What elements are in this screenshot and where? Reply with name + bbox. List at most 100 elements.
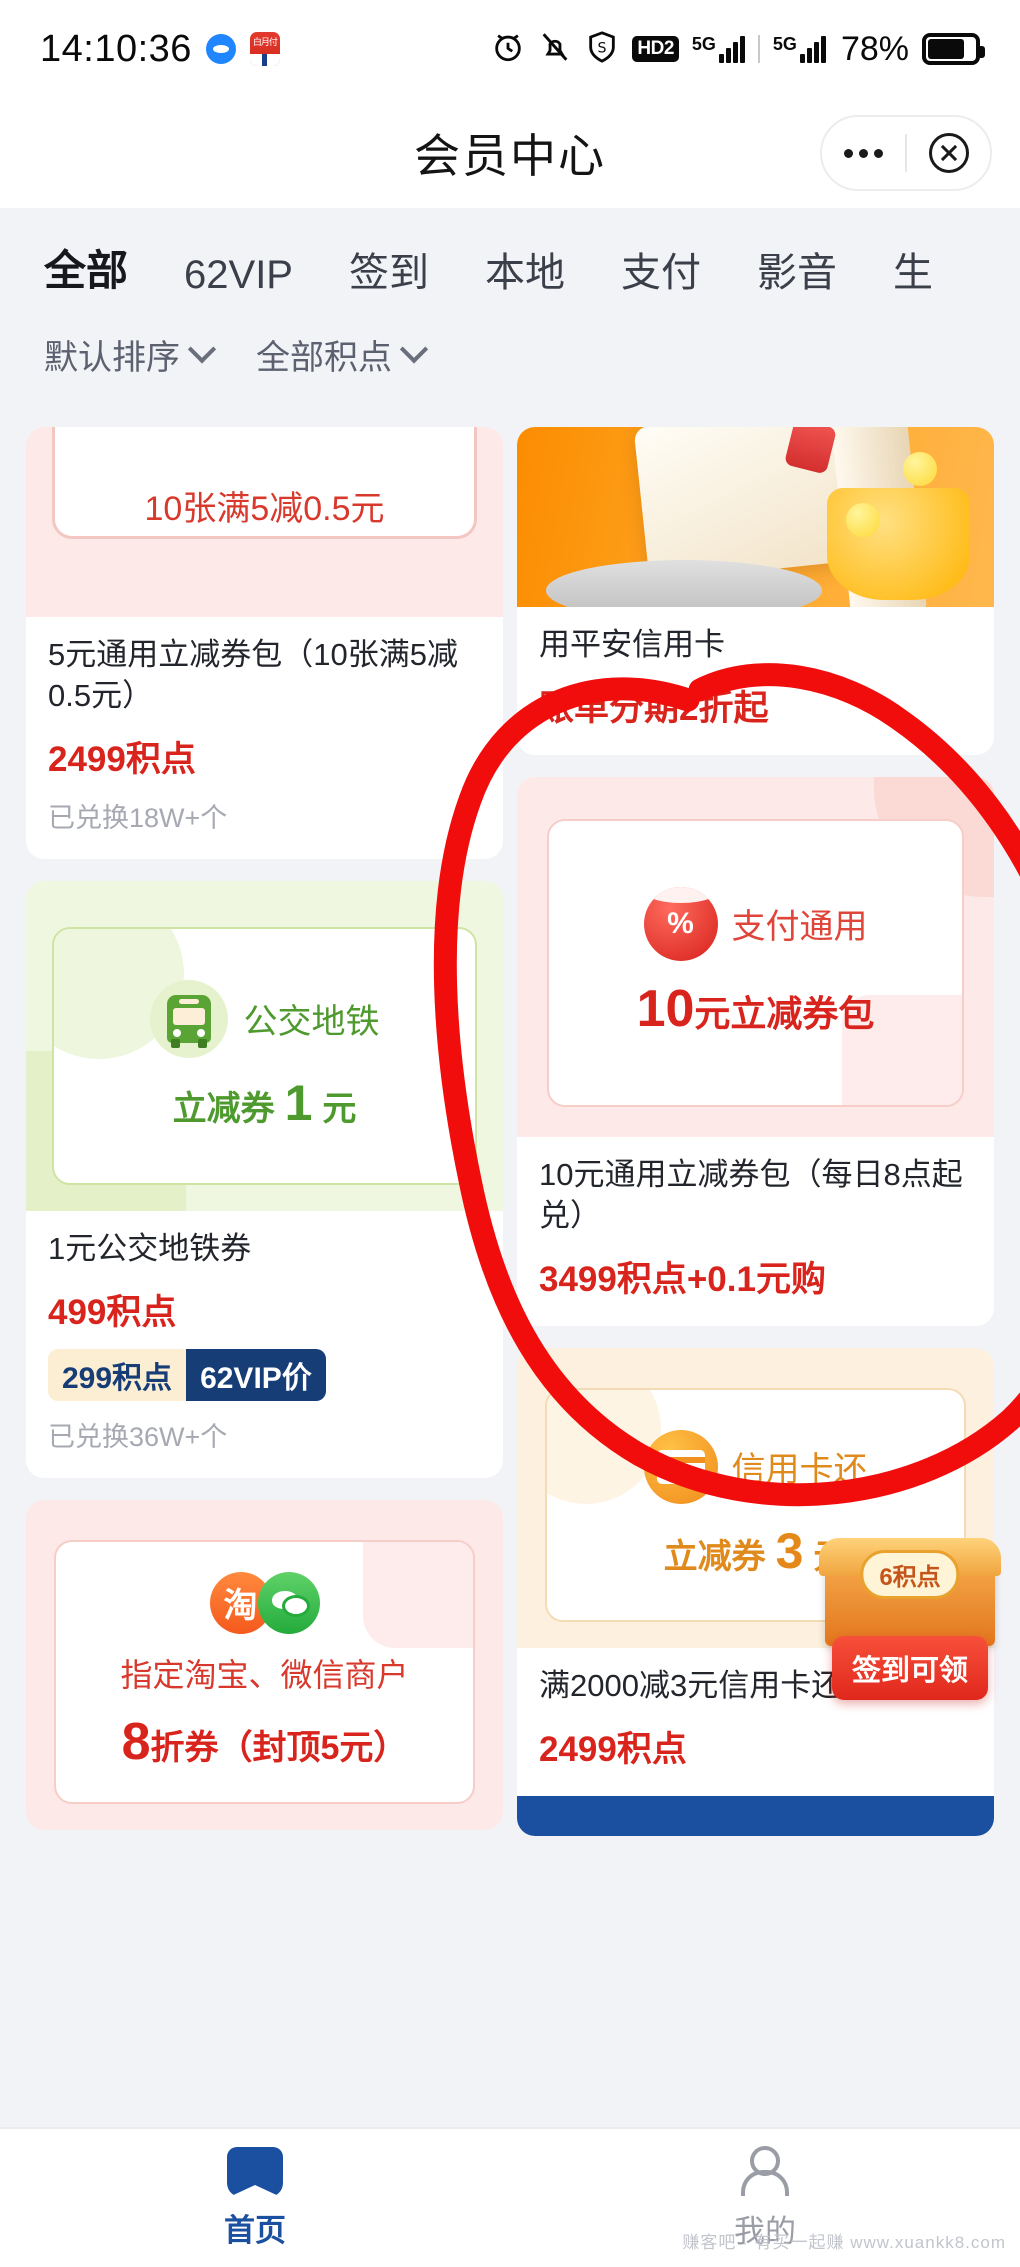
- coupon5-banner-text: 10张满5减0.5元: [144, 490, 385, 528]
- bus-vip-badge: 299积点 62VIP价: [48, 1348, 326, 1401]
- points-filter[interactable]: 全部积点: [256, 330, 429, 379]
- signal-bars-2: [799, 35, 826, 63]
- checkin-points-label: 6积点: [860, 1550, 960, 1599]
- creditcard-price: 2499积点: [539, 1729, 687, 1769]
- reward-card-pingan[interactable]: 用平安信用卡 账单分期2折起: [517, 427, 994, 755]
- bus-body: 1元公交地铁券 499积点 299积点 62VIP价 已兑换36W+个: [26, 1211, 503, 1478]
- taobao-icons: 淘: [209, 1571, 320, 1634]
- page-title: 会员中心: [414, 130, 606, 182]
- coupon10-banner-inner: % 支付通用 10 元立减券包: [547, 818, 964, 1107]
- taobao-banner-inner: 淘 指定淘宝、微信商户 8 折券（封顶5元）: [54, 1539, 475, 1804]
- security-shield-icon: S: [585, 30, 619, 69]
- alarm-icon: [491, 30, 525, 69]
- signal-2: 5G: [773, 35, 826, 63]
- coupon5-body: 5元通用立减券包（10张满5减0.5元） 2499积点 已兑换18W+个: [26, 617, 503, 859]
- coupon5-banner-inner: 10张满5减0.5元: [52, 427, 477, 539]
- bus-coupon-unit: 元: [322, 1089, 357, 1128]
- reward-card-bus[interactable]: 公交地铁 立减券 1 元 1元公交地铁券 499积点 299积点 62VIP价 …: [26, 880, 503, 1478]
- checkin-button[interactable]: 签到可领: [831, 1636, 988, 1700]
- wechat-icon: [257, 1571, 320, 1634]
- bus-coupon-line: 立减券 1 元: [173, 1074, 357, 1132]
- coin-icon: [845, 502, 880, 537]
- pingan-body: 用平安信用卡 账单分期2折起: [517, 607, 994, 755]
- coupon5-sold: 已兑换18W+个: [48, 802, 228, 833]
- taobao-amount-suffix: 折券（封顶5元）: [150, 1728, 408, 1767]
- chevron-down-icon: [187, 334, 217, 363]
- recording-indicator-icon: [205, 34, 236, 64]
- coupon5-banner: 10张满5减0.5元: [26, 427, 503, 617]
- taobao-banner: 淘 指定淘宝、微信商户 8 折券（封顶5元）: [26, 1499, 503, 1830]
- user-icon: [739, 2146, 791, 2198]
- reward-card-coupon10[interactable]: % 支付通用 10 元立减券包 10元通用立减券包（每日8点起兑） 3499积点…: [517, 776, 994, 1326]
- coupon10-banner: % 支付通用 10 元立减券包: [517, 776, 994, 1137]
- more-dots-icon: [844, 148, 883, 158]
- network-type-1: 5G: [691, 34, 716, 54]
- home-icon: [227, 2146, 283, 2197]
- bus-coupon-amount: 1: [284, 1074, 313, 1131]
- creditcard-coupon-label: 立减券: [663, 1537, 766, 1576]
- coupon10-body: 10元通用立减券包（每日8点起兑） 3499积点+0.1元购: [517, 1137, 994, 1326]
- watermark: 赚客吧 · 有买一起赚 www.xuankk8.com: [682, 2233, 1006, 2252]
- tab-all[interactable]: 全部: [44, 237, 128, 308]
- tab-life[interactable]: 生: [893, 240, 933, 308]
- points-filter-label: 全部积点: [256, 339, 392, 377]
- network-type-2: 5G: [772, 34, 797, 54]
- signal-bars-1: [718, 35, 745, 63]
- bus-icon: [149, 979, 228, 1058]
- credit-card-icon: [643, 1429, 718, 1504]
- creditcard-badge-row: 信用卡还: [643, 1429, 868, 1504]
- rewards-column-left: 10张满5减0.5元 5元通用立减券包（10张满5减0.5元） 2499积点 已…: [26, 427, 503, 1836]
- header-actions: [820, 115, 992, 191]
- tab-media[interactable]: 影音: [757, 240, 837, 308]
- bus-sold: 已兑换36W+个: [48, 1421, 228, 1452]
- coupon10-amount: 10: [636, 979, 695, 1038]
- reward-card-coupon5[interactable]: 10张满5减0.5元 5元通用立减券包（10张满5减0.5元） 2499积点 已…: [26, 427, 503, 859]
- sort-filter[interactable]: 默认排序: [44, 330, 217, 379]
- tab-local[interactable]: 本地: [485, 240, 565, 308]
- coupon10-badge-row: % 支付通用: [643, 886, 868, 961]
- signal-divider: [757, 35, 760, 63]
- status-bar-right: S HD2 5G 5G 78%: [491, 29, 985, 69]
- taobao-amount: 8: [121, 1712, 151, 1771]
- bus-coupon-label: 立减券: [172, 1089, 275, 1128]
- bus-glyph: [166, 994, 211, 1048]
- tab-all-label: 全部: [44, 247, 129, 294]
- tab-payment[interactable]: 支付: [621, 240, 701, 308]
- coupon5-title: 5元通用立减券包（10张满5减0.5元）: [48, 637, 458, 713]
- bus-title: 1元公交地铁券: [48, 1230, 252, 1266]
- app-notification-label: 白月付: [252, 37, 278, 47]
- taobao-line1: 指定淘宝、微信商户: [120, 1656, 409, 1693]
- bus-price: 499积点: [48, 1292, 177, 1332]
- percent-redpacket-icon: %: [643, 886, 718, 961]
- svg-text:S: S: [598, 40, 607, 56]
- gift-basket-illustration: [827, 488, 971, 600]
- category-tabs[interactable]: 全部 62VIP 签到 本地 支付 影音 生: [0, 208, 1020, 308]
- more-button[interactable]: [822, 148, 905, 158]
- battery-icon: [922, 33, 985, 65]
- creditcard-badge-label: 信用卡还: [731, 1451, 868, 1490]
- pingan-title: 用平安信用卡: [539, 627, 725, 662]
- app-icon-band: [249, 54, 280, 66]
- sort-filter-label: 默认排序: [44, 339, 180, 377]
- status-bar: 14:10:36 白月付 S HD2 5G 5G 78%: [0, 0, 1020, 98]
- coupon10-badge-label: 支付通用: [731, 908, 868, 947]
- hd-voice-icon: HD2: [632, 36, 679, 62]
- close-circle-icon: [928, 133, 969, 173]
- tab-checkin[interactable]: 签到: [349, 240, 429, 308]
- rewards-scroll-area[interactable]: 10张满5减0.5元 5元通用立减券包（10张满5减0.5元） 2499积点 已…: [0, 427, 1020, 2127]
- battery-percent: 78%: [840, 29, 909, 68]
- coin-icon: [902, 452, 937, 487]
- bus-badge-label: 公交地铁: [243, 1003, 380, 1042]
- pingan-subtitle: 账单分期2折起: [539, 688, 769, 728]
- tab-62vip[interactable]: 62VIP: [184, 253, 293, 308]
- bus-vip-price: 299积点: [48, 1348, 187, 1401]
- reward-card-taobao[interactable]: 淘 指定淘宝、微信商户 8 折券（封顶5元）: [26, 1499, 503, 1830]
- coupon10-title: 10元通用立减券包（每日8点起兑）: [539, 1156, 963, 1233]
- chevron-down-icon: [399, 334, 429, 363]
- creditcard-bottom-bar: [517, 1795, 994, 1836]
- filter-bar: 默认排序 全部积点: [0, 308, 1020, 397]
- close-button[interactable]: [907, 133, 990, 173]
- nav-item-home[interactable]: 首页: [0, 2146, 510, 2250]
- checkin-float-badge[interactable]: 6积点 签到可领: [812, 1538, 1008, 1700]
- signal-1: 5G: [692, 35, 745, 63]
